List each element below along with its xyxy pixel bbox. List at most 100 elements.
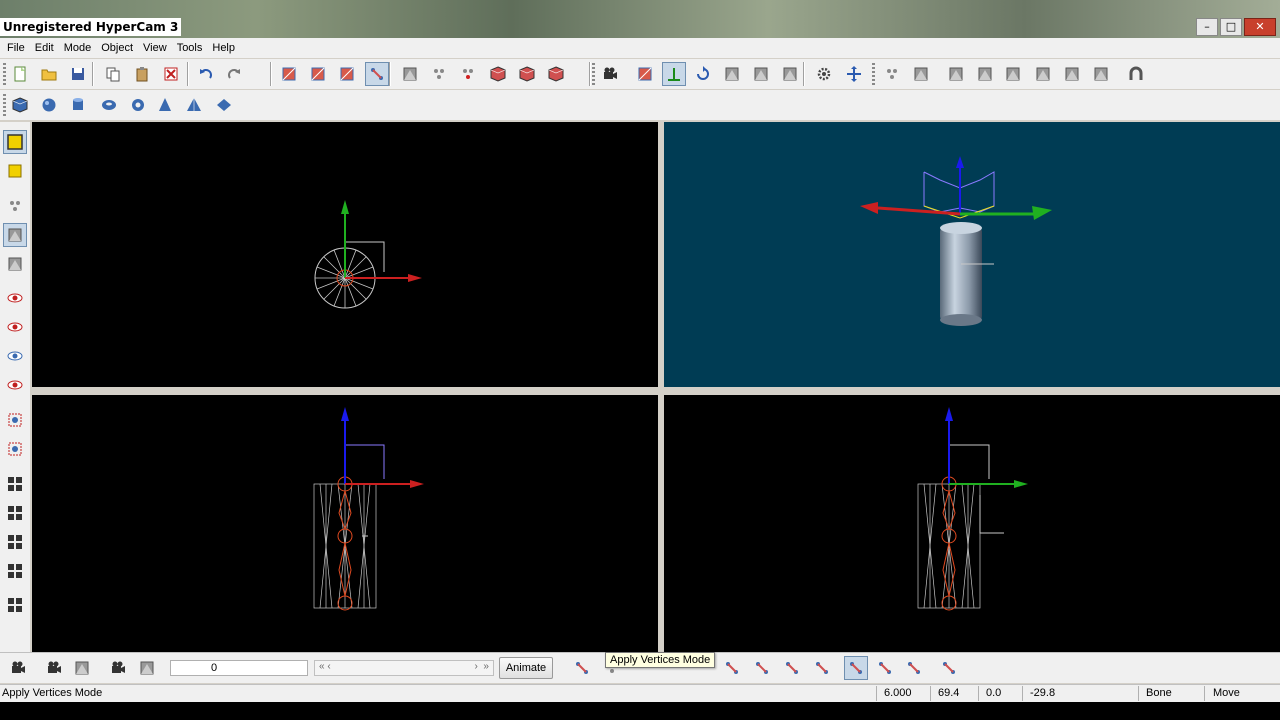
select-poly-button[interactable]	[335, 62, 359, 86]
rotate-button[interactable]	[691, 62, 715, 86]
select-face-button[interactable]	[277, 62, 301, 86]
layout-2-button[interactable]	[3, 501, 27, 525]
joint-settings-button[interactable]	[937, 656, 961, 680]
magnet-button[interactable]	[1124, 62, 1148, 86]
joint-link-button[interactable]	[750, 656, 774, 680]
maximize-button[interactable]: □	[1220, 18, 1242, 36]
joint-branch-button[interactable]	[873, 656, 897, 680]
joint-move-button[interactable]	[780, 656, 804, 680]
paste-button[interactable]	[130, 62, 154, 86]
red-cube-button[interactable]	[486, 62, 510, 86]
add-face-icon	[914, 67, 928, 81]
mirror-button[interactable]	[749, 62, 773, 86]
track-button[interactable]	[135, 656, 159, 680]
delete-button[interactable]	[159, 62, 183, 86]
select-vertices-button[interactable]	[3, 408, 27, 432]
fan-button[interactable]	[1089, 62, 1113, 86]
close-button[interactable]: ✕	[1244, 18, 1276, 36]
cone-prim-button[interactable]	[153, 93, 177, 117]
keyframe-button[interactable]	[70, 656, 94, 680]
frame-input[interactable]: 0	[170, 660, 308, 676]
bone-link-button[interactable]	[570, 656, 594, 680]
joint-select-button[interactable]	[902, 656, 926, 680]
sphere-prim-button[interactable]	[37, 93, 61, 117]
diamond-prim-button[interactable]	[212, 93, 236, 117]
red-cube-2-button[interactable]	[515, 62, 539, 86]
weld-button[interactable]	[1060, 62, 1084, 86]
eye-blue-button[interactable]	[3, 344, 27, 368]
minimize-button[interactable]: –	[1196, 18, 1218, 36]
uv-mode-button[interactable]	[3, 223, 27, 247]
viewport-top[interactable]	[32, 122, 658, 387]
scale-shield-button[interactable]	[720, 62, 744, 86]
add-face-button[interactable]	[909, 62, 933, 86]
red-cube-3-button[interactable]	[544, 62, 568, 86]
ring-prim-button[interactable]	[126, 93, 150, 117]
gear-button[interactable]	[812, 62, 836, 86]
viewport-side[interactable]	[664, 395, 1280, 652]
camera-button[interactable]	[598, 62, 622, 86]
cube-prim-button[interactable]	[8, 93, 32, 117]
face-mode-button[interactable]	[3, 159, 27, 183]
vertex-mode-button[interactable]	[3, 194, 27, 218]
eye-red-button[interactable]	[3, 286, 27, 310]
menu-edit[interactable]: Edit	[30, 42, 59, 54]
rewind-icon[interactable]: « ‹	[319, 661, 331, 672]
eye-hide-button[interactable]	[3, 373, 27, 397]
add-vertex-button[interactable]	[880, 62, 904, 86]
joint-settings-icon	[943, 662, 955, 674]
open-button[interactable]	[37, 62, 61, 86]
joint-delete-button[interactable]	[810, 656, 834, 680]
undo-button[interactable]	[194, 62, 218, 86]
arrow-right-button[interactable]	[1031, 62, 1055, 86]
menu-mode[interactable]: Mode	[59, 42, 97, 54]
layout-1-button[interactable]	[3, 472, 27, 496]
select-vertices-2-button[interactable]	[3, 437, 27, 461]
object-mode-button[interactable]	[3, 130, 27, 154]
apply-vertices-button[interactable]	[844, 656, 868, 680]
bevel-button[interactable]	[944, 62, 968, 86]
new-button[interactable]	[8, 62, 32, 86]
torus-prim-button[interactable]	[97, 93, 121, 117]
move-axis-button[interactable]	[662, 62, 686, 86]
select-edge-button[interactable]	[306, 62, 330, 86]
select-face-icon	[282, 67, 296, 81]
save-button[interactable]	[66, 62, 90, 86]
select-box-button[interactable]	[633, 62, 657, 86]
menu-tools[interactable]: Tools	[172, 42, 208, 54]
move-cross-button[interactable]	[842, 62, 866, 86]
menu-help[interactable]: Help	[207, 42, 240, 54]
layout-3-button[interactable]	[3, 530, 27, 554]
grid-button[interactable]	[1001, 62, 1025, 86]
forward-icon[interactable]: › »	[475, 661, 489, 672]
magic-wand-button[interactable]	[398, 62, 422, 86]
vertex-red-button[interactable]	[456, 62, 480, 86]
menu-view[interactable]: View	[138, 42, 172, 54]
eye-hide-icon	[7, 380, 23, 390]
layout-5-button[interactable]	[3, 593, 27, 617]
redo-button[interactable]	[222, 62, 246, 86]
viewport-perspective[interactable]	[664, 122, 1280, 387]
vertex-dots-button[interactable]	[427, 62, 451, 86]
pyramid-prim-button[interactable]	[182, 93, 206, 117]
wire-cylinder-front	[313, 483, 377, 609]
axis-x	[877, 206, 961, 216]
joint-add-button[interactable]	[720, 656, 744, 680]
animate-button[interactable]: Animate	[499, 657, 553, 679]
menu-file[interactable]: File	[2, 42, 30, 54]
filmstrip-button[interactable]	[42, 656, 66, 680]
axis-z-arrow	[945, 407, 953, 421]
flip-button[interactable]	[778, 62, 802, 86]
menu-object[interactable]: Object	[96, 42, 138, 54]
viewport-front[interactable]	[32, 395, 658, 652]
eye-red-2-button[interactable]	[3, 315, 27, 339]
select-bone-button[interactable]	[365, 62, 389, 86]
timeline-slider[interactable]: « ‹ › »	[314, 660, 494, 676]
people-button[interactable]	[106, 656, 130, 680]
copy-button[interactable]	[101, 62, 125, 86]
layout-4-button[interactable]	[3, 559, 27, 583]
bone-mode-button[interactable]	[3, 252, 27, 276]
film-button[interactable]	[6, 656, 30, 680]
extrude-button[interactable]	[973, 62, 997, 86]
cylinder-prim-button[interactable]	[66, 93, 90, 117]
